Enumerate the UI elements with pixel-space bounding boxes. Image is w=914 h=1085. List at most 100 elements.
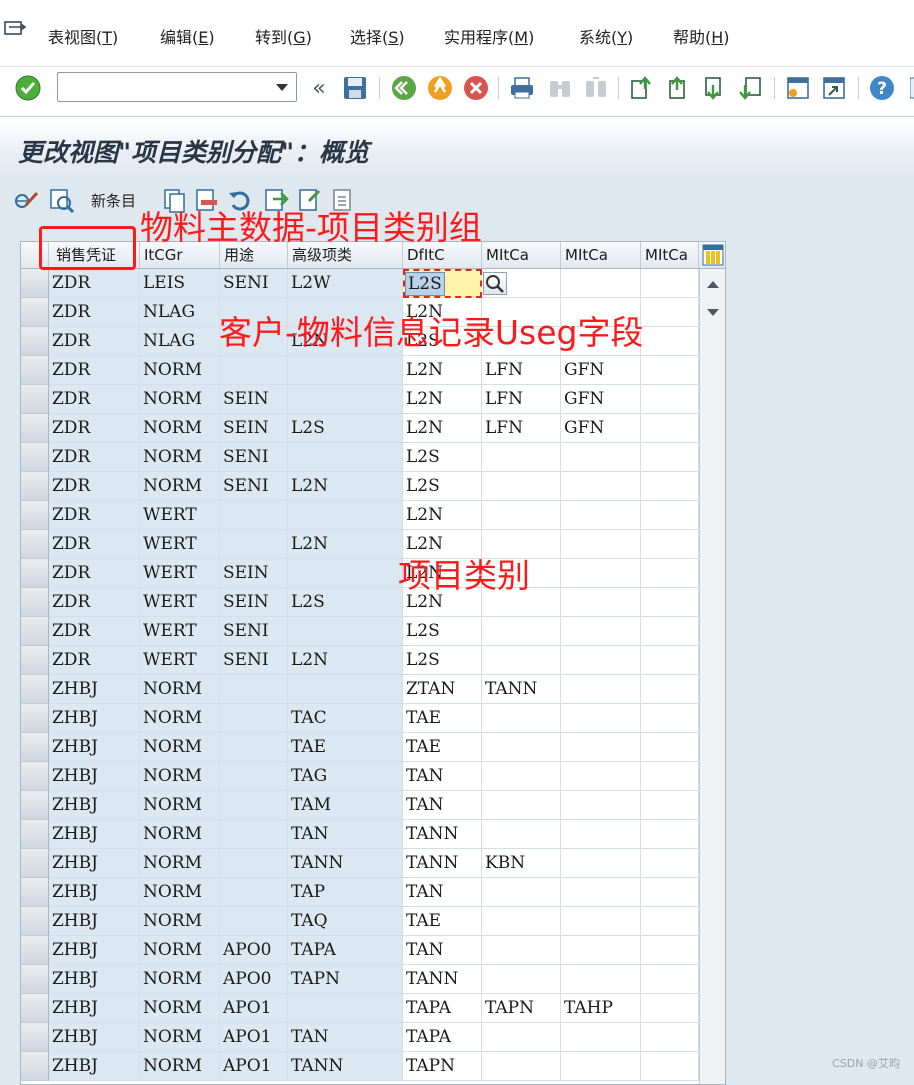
mitca-1-cell[interactable] — [482, 907, 561, 936]
column-header-mitca-3[interactable]: MItCa — [641, 242, 699, 268]
row-selector[interactable] — [21, 704, 49, 733]
mitca-2-cell[interactable] — [561, 878, 641, 907]
dfitc-cell[interactable]: TAE — [403, 907, 482, 936]
find-next-icon[interactable] — [582, 74, 610, 102]
mitca-1-cell[interactable] — [482, 733, 561, 762]
mitca-1-cell[interactable] — [482, 704, 561, 733]
row-selector[interactable] — [21, 298, 49, 327]
mitca-2-cell[interactable] — [561, 965, 641, 994]
mitca-3-cell[interactable] — [641, 1052, 699, 1081]
dfitc-cell[interactable]: TAPN — [403, 1052, 482, 1081]
mitca-3-cell[interactable] — [641, 849, 699, 878]
dfitc-cell[interactable]: TAN — [403, 791, 482, 820]
dfitc-cell[interactable]: L2S — [403, 472, 482, 501]
mitca-3-cell[interactable] — [641, 269, 699, 298]
table-settings-icon[interactable] — [702, 244, 724, 266]
collapse-icon[interactable]: « — [305, 74, 333, 102]
mitca-2-cell[interactable] — [561, 936, 641, 965]
enter-check-icon[interactable] — [14, 74, 42, 102]
dfitc-cell[interactable]: TANN — [403, 820, 482, 849]
mitca-2-cell[interactable] — [561, 559, 641, 588]
dfitc-cell[interactable]: TAN — [403, 878, 482, 907]
menu-goto[interactable]: 转到(G) — [255, 26, 312, 50]
mitca-1-cell[interactable] — [482, 1052, 561, 1081]
row-selector[interactable] — [21, 327, 49, 356]
mitca-1-cell[interactable] — [482, 878, 561, 907]
mitca-3-cell[interactable] — [641, 385, 699, 414]
chevron-down-icon[interactable] — [276, 84, 288, 91]
mitca-3-cell[interactable] — [641, 443, 699, 472]
mitca-3-cell[interactable] — [641, 501, 699, 530]
dfitc-cell[interactable]: L2N — [403, 501, 482, 530]
column-header-mitca-1[interactable]: MItCa — [482, 242, 561, 268]
dfitc-cell[interactable]: TANN — [403, 965, 482, 994]
mitca-2-cell[interactable]: GFN — [561, 356, 641, 385]
row-selector[interactable] — [21, 994, 49, 1023]
next-page-icon[interactable] — [700, 74, 728, 102]
row-selector[interactable] — [21, 356, 49, 385]
mitca-1-cell[interactable] — [482, 1023, 561, 1052]
menu-utilities[interactable]: 实用程序(M) — [444, 26, 534, 50]
mitca-3-cell[interactable] — [641, 936, 699, 965]
mitca-1-cell[interactable]: TAPN — [482, 994, 561, 1023]
row-selector[interactable] — [21, 617, 49, 646]
dfitc-cell[interactable]: L2S — [403, 646, 482, 675]
mitca-3-cell[interactable] — [641, 704, 699, 733]
mitca-2-cell[interactable] — [561, 820, 641, 849]
vertical-scrollbar[interactable] — [699, 269, 725, 1084]
dfitc-cell[interactable]: TAN — [403, 762, 482, 791]
mitca-3-cell[interactable] — [641, 472, 699, 501]
mitca-3-cell[interactable] — [641, 994, 699, 1023]
mitca-2-cell[interactable] — [561, 675, 641, 704]
mitca-3-cell[interactable] — [641, 733, 699, 762]
mitca-2-cell[interactable] — [561, 617, 641, 646]
dfitc-cell[interactable]: TAE — [403, 733, 482, 762]
display-change-icon[interactable] — [13, 186, 41, 214]
mitca-1-cell[interactable] — [482, 617, 561, 646]
dfitc-cell[interactable]: ZTAN — [403, 675, 482, 704]
dfitc-cell[interactable]: TAPA — [403, 1023, 482, 1052]
mitca-2-cell[interactable] — [561, 762, 641, 791]
row-selector[interactable] — [21, 646, 49, 675]
row-selector[interactable] — [21, 907, 49, 936]
dfitc-cell[interactable]: TAE — [403, 704, 482, 733]
row-selector[interactable] — [21, 762, 49, 791]
mitca-3-cell[interactable] — [641, 356, 699, 385]
mitca-2-cell[interactable] — [561, 1023, 641, 1052]
mitca-2-cell[interactable] — [561, 1052, 641, 1081]
mitca-1-cell[interactable] — [482, 646, 561, 675]
find-icon[interactable] — [546, 74, 574, 102]
command-field[interactable] — [57, 72, 297, 102]
scroll-down-icon[interactable] — [707, 309, 719, 316]
mitca-3-cell[interactable] — [641, 791, 699, 820]
mitca-3-cell[interactable] — [641, 878, 699, 907]
mitca-2-cell[interactable] — [561, 733, 641, 762]
row-selector[interactable] — [21, 1052, 49, 1081]
help-icon[interactable]: ? — [868, 74, 896, 102]
exit-icon[interactable] — [426, 74, 454, 102]
search-help-button[interactable] — [483, 272, 507, 295]
mitca-2-cell[interactable]: GFN — [561, 385, 641, 414]
dfitc-cell[interactable]: L2N — [403, 414, 482, 443]
row-selector[interactable] — [21, 820, 49, 849]
mitca-2-cell[interactable] — [561, 907, 641, 936]
dfitc-cell[interactable]: L2S — [403, 617, 482, 646]
mitca-3-cell[interactable] — [641, 327, 699, 356]
menu-edit[interactable]: 编辑(E) — [160, 26, 215, 50]
mitca-2-cell[interactable] — [561, 269, 641, 298]
mitca-1-cell[interactable]: TANN — [482, 675, 561, 704]
details-icon[interactable] — [48, 186, 76, 214]
menu-table-view[interactable]: 表视图(T) — [48, 26, 118, 50]
mitca-3-cell[interactable] — [641, 646, 699, 675]
mitca-1-cell[interactable] — [482, 965, 561, 994]
mitca-1-cell[interactable]: LFN — [482, 414, 561, 443]
mitca-3-cell[interactable] — [641, 1023, 699, 1052]
dfitc-cell[interactable]: TANN — [403, 849, 482, 878]
mitca-3-cell[interactable] — [641, 530, 699, 559]
mitca-1-cell[interactable] — [482, 472, 561, 501]
row-selector[interactable] — [21, 530, 49, 559]
mitca-2-cell[interactable] — [561, 588, 641, 617]
scroll-up-icon[interactable] — [707, 281, 719, 288]
row-selector[interactable] — [21, 588, 49, 617]
menu-help[interactable]: 帮助(H) — [673, 26, 730, 50]
